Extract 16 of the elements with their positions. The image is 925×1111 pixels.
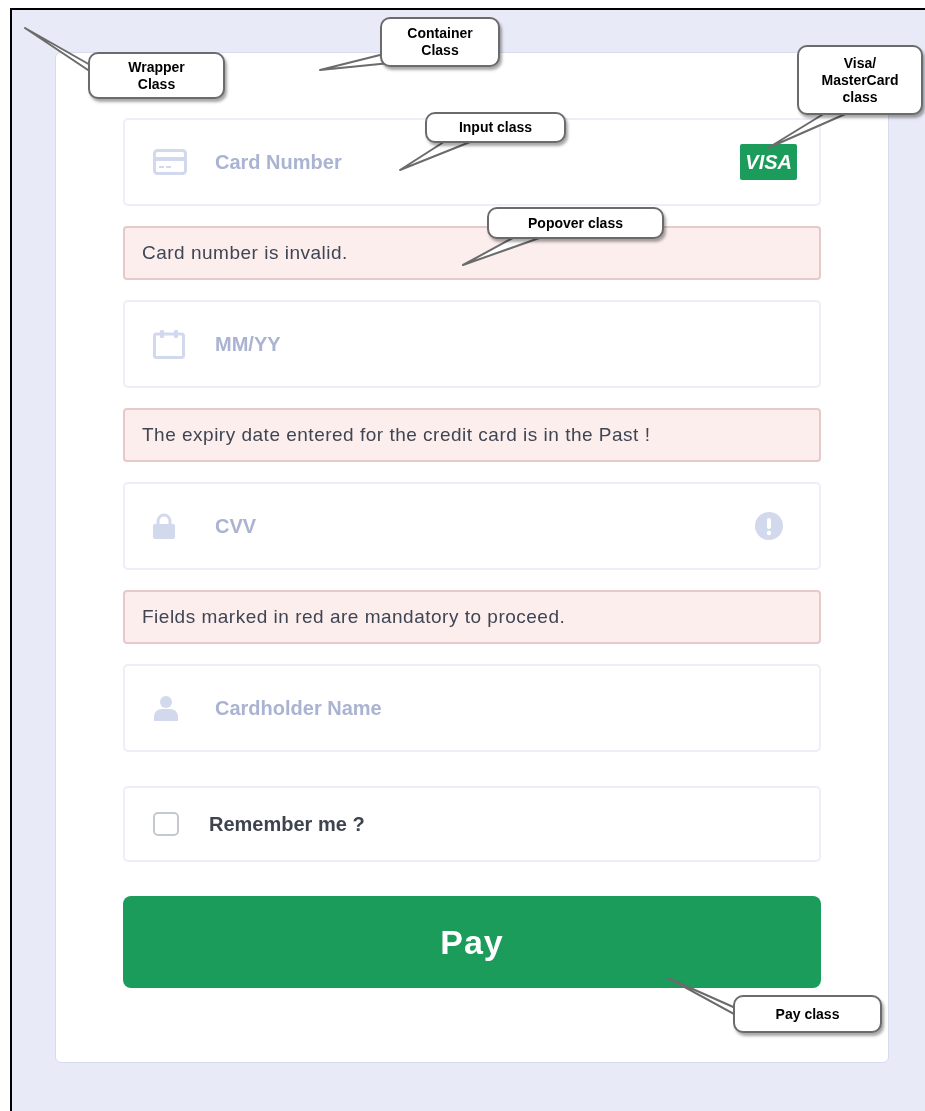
- callout-label: Input class: [425, 112, 566, 143]
- input-field[interactable]: MM/YY: [123, 300, 821, 388]
- pay-button[interactable]: Pay: [123, 896, 821, 988]
- input-field[interactable]: CVV: [123, 482, 821, 570]
- lock-icon: [153, 513, 175, 539]
- input-field[interactable]: Cardholder Name: [123, 664, 821, 752]
- user-icon: [153, 695, 179, 721]
- checkbox[interactable]: [153, 812, 179, 836]
- callout-label: Wrapper Class: [88, 52, 225, 99]
- visa-badge: VISA: [740, 144, 797, 180]
- callout-label: Pay class: [733, 995, 882, 1033]
- remember-label: Remember me ?: [209, 812, 365, 837]
- calendar-icon: [153, 329, 185, 359]
- error-message: The expiry date entered for the credit card is in the Past !: [123, 408, 821, 462]
- error-message: Fields marked in red are mandatory to proceed.: [123, 590, 821, 644]
- credit-card-icon: [153, 149, 187, 175]
